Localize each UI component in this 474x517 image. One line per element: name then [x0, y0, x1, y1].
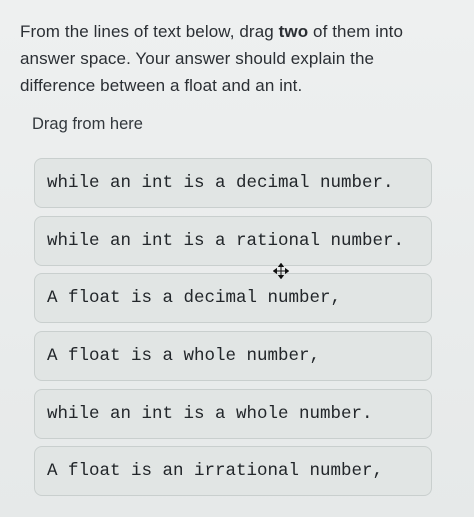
drag-source-label: Drag from here — [32, 115, 143, 133]
question-emphasis: two — [278, 22, 309, 41]
page: From the lines of text below, drag two o… — [0, 0, 474, 517]
draggable-option-int-whole[interactable]: while an int is a whole number. — [34, 389, 432, 439]
option-text: A float is an irrational number, — [47, 461, 384, 481]
draggable-option-float-whole[interactable]: A float is a whole number, — [34, 331, 432, 381]
draggable-option-float-decimal[interactable]: A float is a decimal number, — [34, 273, 432, 323]
option-text: A float is a decimal number, — [47, 288, 342, 308]
option-text: while an int is a decimal number. — [47, 173, 394, 193]
option-text: while an int is a rational number. — [47, 231, 405, 251]
option-text: while an int is a whole number. — [47, 404, 373, 424]
draggable-option-int-rational[interactable]: while an int is a rational number. — [34, 216, 432, 266]
option-text: A float is a whole number, — [47, 346, 321, 366]
question-prompt: From the lines of text below, drag two o… — [20, 18, 450, 99]
move-cursor-icon — [273, 263, 289, 279]
question-text-before: From the lines of text below, drag — [20, 22, 279, 41]
draggable-option-int-decimal[interactable]: while an int is a decimal number. — [34, 158, 432, 208]
draggable-option-float-irrational[interactable]: A float is an irrational number, — [34, 446, 432, 496]
